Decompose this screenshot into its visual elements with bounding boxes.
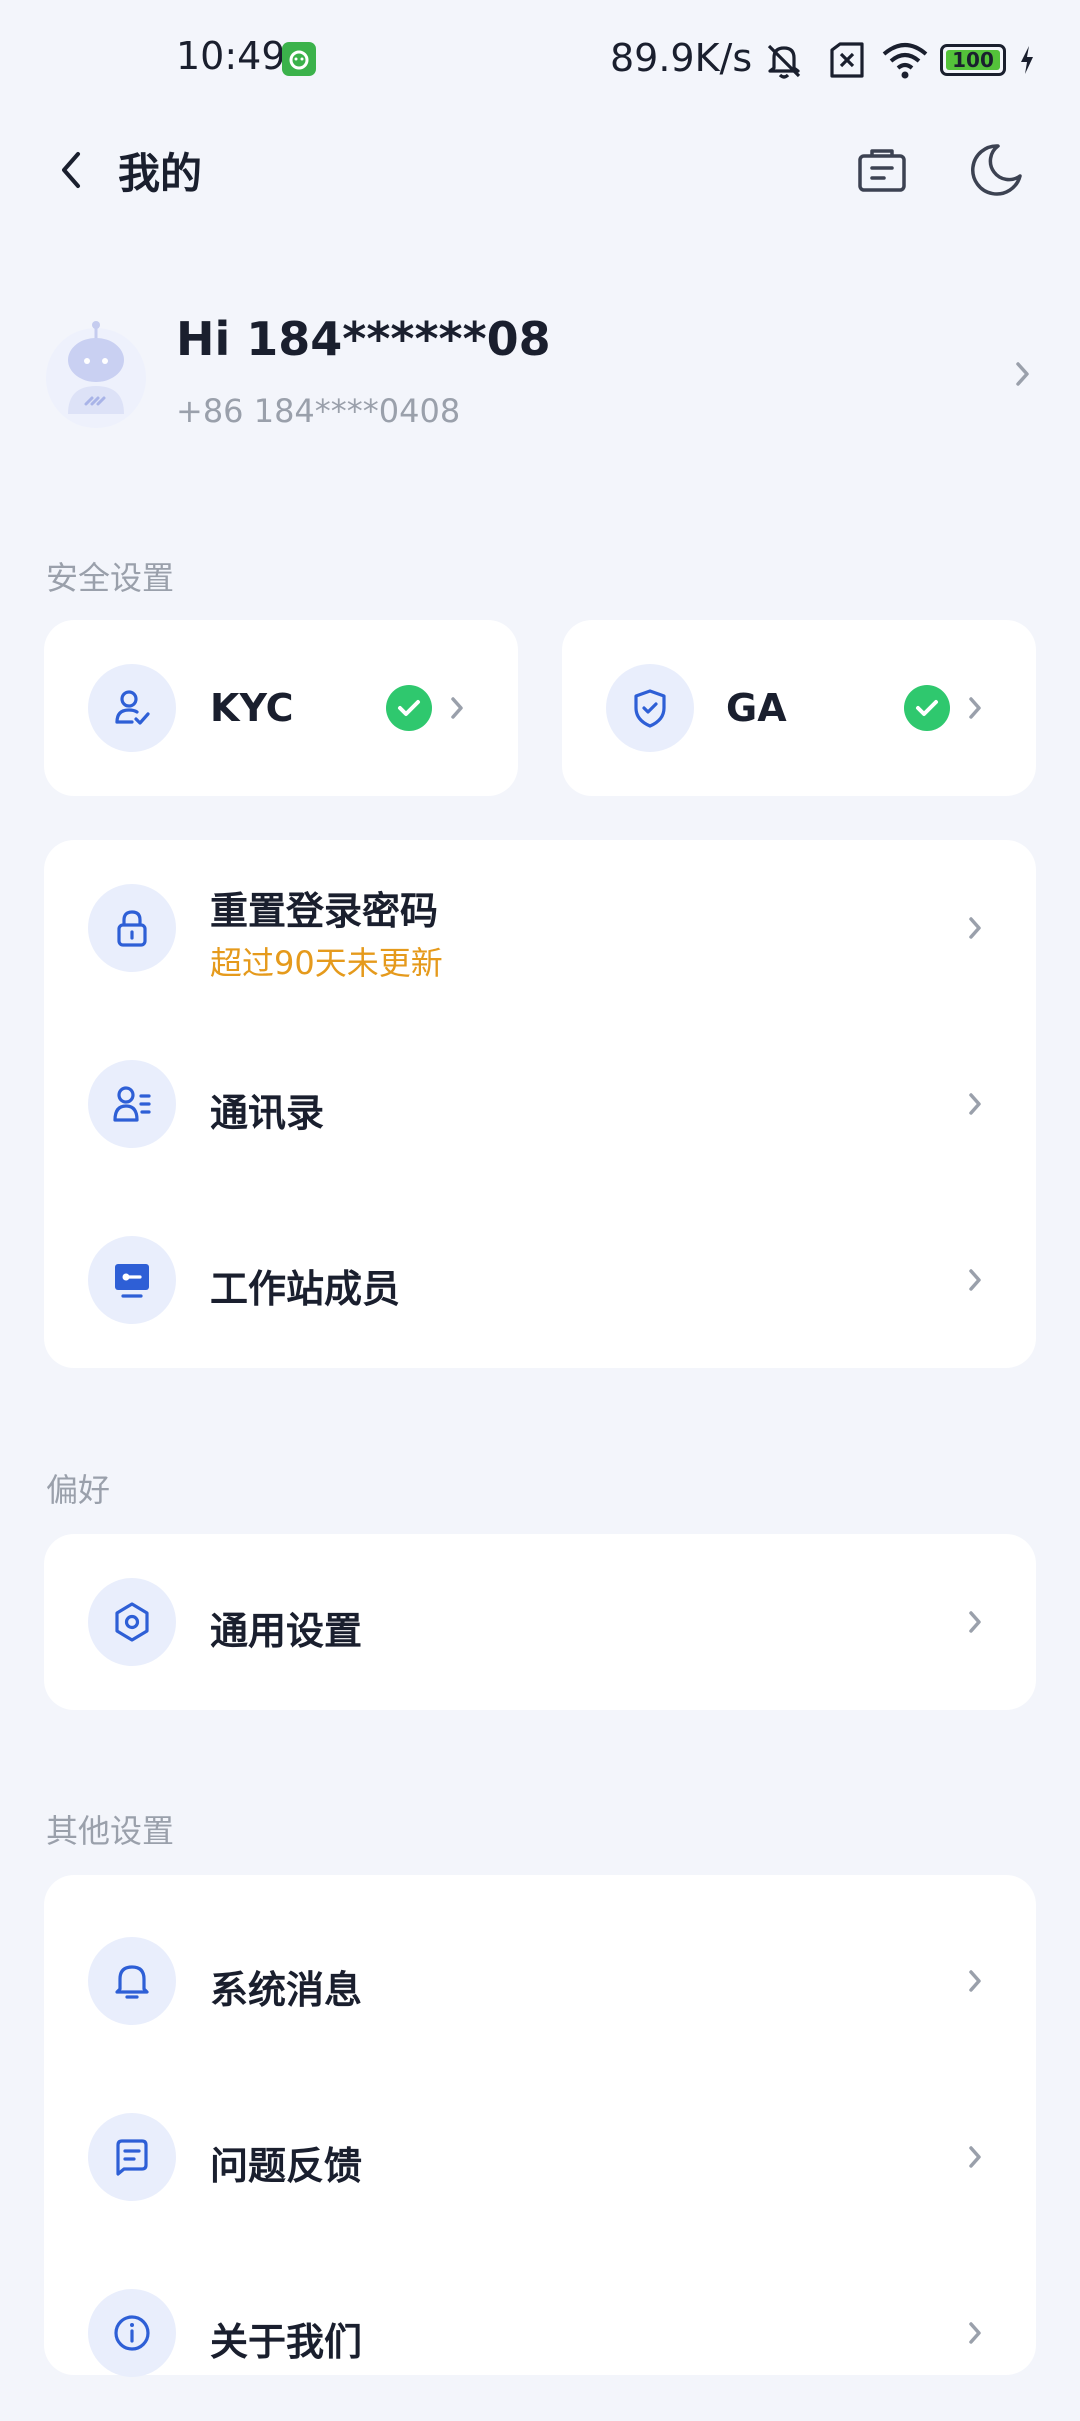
feedback-label: 问题反馈: [210, 2144, 363, 2188]
chevron-right-icon: [966, 2141, 986, 2173]
bell-icon: [88, 1937, 176, 2025]
feedback-message-icon: [88, 2113, 176, 2201]
chevron-right-icon: [966, 1264, 986, 1296]
reset-password-warning: 超过90天未更新: [210, 944, 443, 982]
ga-label: GA: [726, 686, 787, 730]
user-verify-icon: [88, 664, 176, 752]
network-speed: 89.9K/s: [610, 36, 753, 80]
reset-password-item[interactable]: 重置登录密码 超过90天未更新: [44, 840, 1036, 1016]
workstation-members-label: 工作站成员: [210, 1267, 401, 1311]
chevron-right-icon: [966, 912, 986, 944]
sim-off-icon: [824, 38, 868, 86]
section-label-preferences: 偏好: [46, 1471, 111, 1509]
about-us-item[interactable]: 关于我们: [44, 2245, 1036, 2421]
section-label-other: 其他设置: [46, 1812, 175, 1850]
chevron-right-icon: [966, 1965, 986, 1997]
workstation-monitor-icon: [88, 1236, 176, 1324]
kyc-card[interactable]: KYC: [44, 620, 518, 796]
verified-check-icon: [904, 685, 950, 731]
status-time: 10:49: [176, 34, 286, 78]
contacts-item[interactable]: 通讯录: [44, 1016, 1036, 1192]
other-settings-card: 系统消息 问题反馈 关于我们: [44, 1875, 1036, 2377]
top-app-bar: 我的: [0, 120, 1080, 220]
verified-check-icon: [386, 685, 432, 731]
dark-mode-moon-icon[interactable]: [962, 138, 1026, 202]
reset-password-label: 重置登录密码: [210, 889, 439, 933]
phone-number: +86 184****0408: [176, 392, 461, 430]
chevron-right-icon: [966, 1088, 986, 1120]
feedback-item[interactable]: 问题反馈: [44, 2069, 1036, 2245]
status-bar: 10:49 89.9K/s 100: [0, 0, 1080, 120]
avatar: [44, 318, 148, 438]
system-messages-item[interactable]: 系统消息: [44, 1893, 1036, 2069]
kyc-label: KYC: [210, 686, 294, 730]
battery-icon: 100: [940, 44, 1006, 76]
shield-check-icon: [606, 664, 694, 752]
chevron-right-icon: [448, 692, 468, 724]
section-label-security: 安全设置: [46, 559, 175, 597]
chevron-right-icon: [966, 1606, 986, 1638]
about-us-label: 关于我们: [210, 2320, 363, 2364]
page-title: 我的: [118, 149, 203, 198]
wifi-icon: [880, 38, 930, 86]
preferences-card: 通用设置: [44, 1534, 1036, 1710]
contacts-icon: [88, 1060, 176, 1148]
back-icon[interactable]: [50, 144, 94, 196]
general-settings-label: 通用设置: [210, 1609, 363, 1653]
chevron-right-icon: [1008, 354, 1036, 394]
mute-bell-icon: [762, 38, 806, 86]
info-icon: [88, 2289, 176, 2377]
charging-icon: [1018, 44, 1036, 80]
app-notification-icon: [282, 42, 316, 76]
clipboard-icon[interactable]: [850, 138, 914, 202]
chevron-right-icon: [966, 2317, 986, 2349]
ga-card[interactable]: GA: [562, 620, 1036, 796]
greeting: Hi 184******08: [176, 312, 551, 366]
profile-row[interactable]: Hi 184******08 +86 184****0408: [44, 300, 1036, 460]
system-messages-label: 系统消息: [210, 1968, 363, 2012]
workstation-members-item[interactable]: 工作站成员: [44, 1192, 1036, 1368]
battery-level: 100: [952, 48, 994, 72]
general-settings-item[interactable]: 通用设置: [44, 1534, 1036, 1710]
lock-icon: [88, 884, 176, 972]
contacts-label: 通讯录: [210, 1091, 325, 1135]
account-settings-card: 重置登录密码 超过90天未更新 通讯录 工作站成员: [44, 840, 1036, 1368]
chevron-right-icon: [966, 692, 986, 724]
hexagon-settings-icon: [88, 1578, 176, 1666]
